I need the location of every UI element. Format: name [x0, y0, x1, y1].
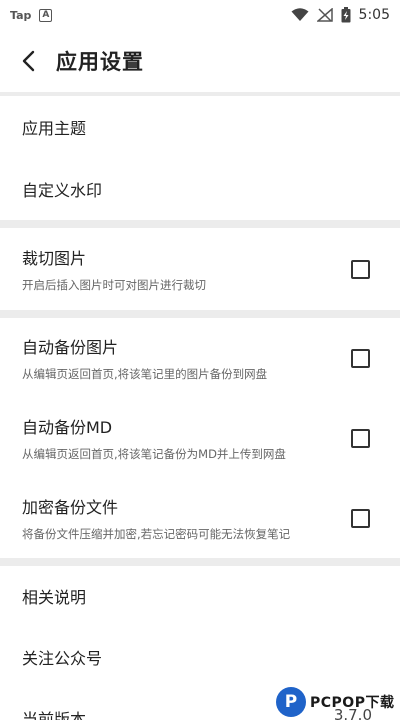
- watermark-logo: P: [276, 687, 306, 717]
- status-left: Tap A: [10, 8, 53, 22]
- setting-title: 自动备份MD: [22, 418, 113, 437]
- setting-title: 当前版本: [22, 710, 87, 720]
- setting-text: 自动备份图片 从编辑页返回首页,将该笔记里的图片备份到网盘: [22, 334, 267, 382]
- encrypt-backup-checkbox[interactable]: [351, 508, 370, 528]
- setting-row-related-info[interactable]: 相关说明: [0, 566, 400, 626]
- settings-group-general: 应用主题 自定义水印: [0, 96, 400, 220]
- auto-backup-images-checkbox[interactable]: [351, 348, 370, 368]
- setting-title: 自动备份图片: [22, 338, 119, 357]
- crop-image-checkbox[interactable]: [351, 259, 370, 279]
- setting-row-app-theme[interactable]: 应用主题: [0, 96, 400, 158]
- wifi-icon: [291, 8, 309, 21]
- setting-text: 裁切图片 开启后插入图片时可对图片进行裁切: [22, 245, 206, 293]
- site-watermark: P PCPOP下载: [276, 684, 400, 720]
- watermark-text: PCPOP下载: [310, 695, 395, 711]
- chevron-left-icon: [22, 50, 35, 72]
- setting-row-encrypt-backup[interactable]: 加密备份文件 将备份文件压缩并加密,若忘记密码可能无法恢复笔记: [0, 478, 400, 558]
- setting-title: 加密备份文件: [22, 498, 119, 517]
- setting-subtitle: 从编辑页返回首页,将该笔记里的图片备份到网盘: [22, 367, 268, 381]
- auto-backup-md-checkbox[interactable]: [351, 428, 370, 448]
- status-right: 5:05: [291, 7, 390, 23]
- setting-title: 应用主题: [22, 119, 87, 138]
- status-bar: Tap A 5:05: [0, 0, 400, 30]
- setting-title: 裁切图片: [22, 249, 87, 268]
- setting-subtitle: 开启后插入图片时可对图片进行裁切: [22, 278, 206, 292]
- setting-title: 自定义水印: [22, 181, 103, 200]
- setting-row-custom-watermark[interactable]: 自定义水印: [0, 158, 400, 220]
- app-bar: 应用设置: [0, 30, 400, 92]
- settings-group-crop: 裁切图片 开启后插入图片时可对图片进行裁切: [0, 228, 400, 310]
- status-a-icon: A: [39, 8, 53, 22]
- setting-row-follow-account[interactable]: 关注公众号: [0, 626, 400, 688]
- setting-row-auto-backup-images[interactable]: 自动备份图片 从编辑页返回首页,将该笔记里的图片备份到网盘: [0, 318, 400, 398]
- page-title: 应用设置: [56, 50, 144, 74]
- battery-charging-icon: [341, 7, 351, 23]
- status-app-label: Tap: [10, 8, 32, 22]
- no-signal-icon: [316, 8, 333, 22]
- setting-row-auto-backup-md[interactable]: 自动备份MD 从编辑页返回首页,将该笔记备份为MD并上传到网盘: [0, 398, 400, 478]
- settings-screen: Tap A 5:05 应用设置 应用主题 自定义水印 裁切图片 开启后插入图片时…: [0, 0, 400, 720]
- setting-subtitle: 将备份文件压缩并加密,若忘记密码可能无法恢复笔记: [22, 527, 291, 541]
- settings-group-backup: 自动备份图片 从编辑页返回首页,将该笔记里的图片备份到网盘 自动备份MD 从编辑…: [0, 318, 400, 558]
- setting-row-crop-image[interactable]: 裁切图片 开启后插入图片时可对图片进行裁切: [0, 228, 400, 310]
- back-button[interactable]: [0, 30, 56, 92]
- setting-title: 相关说明: [22, 588, 87, 607]
- setting-text: 加密备份文件 将备份文件压缩并加密,若忘记密码可能无法恢复笔记: [22, 494, 290, 542]
- status-time: 5:05: [358, 7, 390, 23]
- setting-text: 自动备份MD 从编辑页返回首页,将该笔记备份为MD并上传到网盘: [22, 414, 286, 462]
- setting-title: 关注公众号: [22, 649, 103, 668]
- setting-subtitle: 从编辑页返回首页,将该笔记备份为MD并上传到网盘: [22, 447, 286, 461]
